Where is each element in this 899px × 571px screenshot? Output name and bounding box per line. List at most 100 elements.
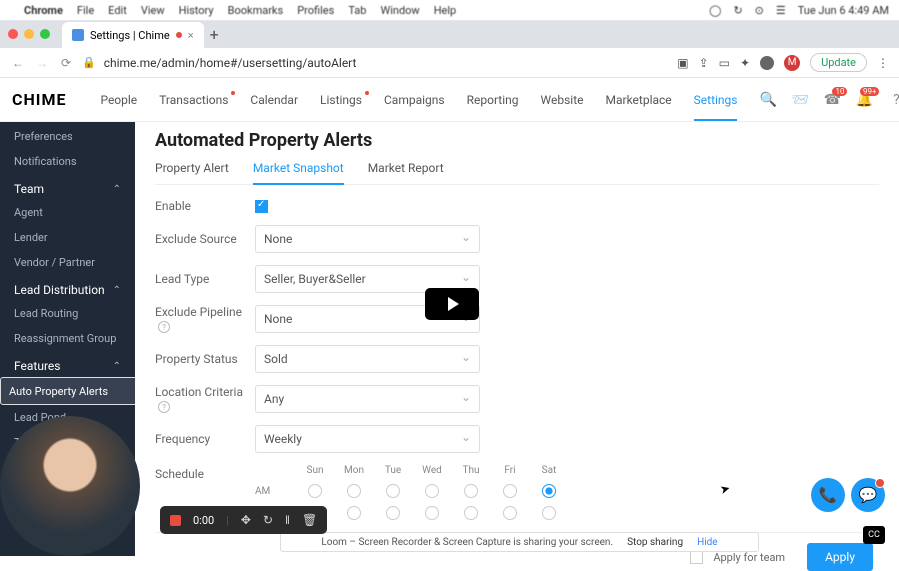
webcam-bubble[interactable] bbox=[0, 416, 140, 556]
reload-button[interactable]: ⟳ bbox=[58, 56, 74, 70]
sidebar-section-lead-dist[interactable]: Lead Distribution⌃ bbox=[0, 275, 135, 301]
mac-menubar: Chrome File Edit View History Bookmarks … bbox=[0, 0, 899, 20]
enable-checkbox[interactable] bbox=[255, 200, 268, 213]
location-criteria-select[interactable]: Any bbox=[255, 385, 480, 413]
tab-market-report[interactable]: Market Report bbox=[368, 161, 444, 184]
sched-sat-pm[interactable] bbox=[542, 506, 556, 520]
property-status-select[interactable]: Sold bbox=[255, 345, 480, 373]
sched-mon-am[interactable] bbox=[347, 484, 361, 498]
control-icon[interactable]: ☰ bbox=[776, 4, 786, 17]
sidebar-item-lender[interactable]: Lender bbox=[0, 225, 135, 250]
close-window-icon[interactable] bbox=[8, 29, 18, 39]
sidebar-section-team[interactable]: Team⌃ bbox=[0, 174, 135, 200]
sched-mon-pm[interactable] bbox=[347, 506, 361, 520]
nav-listings[interactable]: Listings bbox=[320, 93, 362, 107]
profile-badge[interactable]: M bbox=[784, 55, 800, 71]
move-icon[interactable]: ✥ bbox=[241, 513, 251, 527]
tab-market-snapshot[interactable]: Market Snapshot bbox=[253, 161, 344, 185]
help-icon[interactable]: ? bbox=[887, 91, 899, 109]
menu-help[interactable]: Help bbox=[434, 4, 457, 17]
app-logo[interactable]: CHIME bbox=[12, 90, 66, 109]
nav-website[interactable]: Website bbox=[541, 93, 584, 107]
menu-window[interactable]: Window bbox=[380, 4, 419, 17]
menu-bookmarks[interactable]: Bookmarks bbox=[228, 4, 284, 17]
cc-button[interactable]: CC bbox=[863, 526, 885, 544]
help-icon[interactable]: ? bbox=[158, 321, 170, 333]
inbox-icon[interactable]: 📨 bbox=[791, 91, 809, 109]
trash-icon[interactable]: 🗑 bbox=[302, 513, 317, 527]
sched-thu-pm[interactable] bbox=[464, 506, 478, 520]
sched-sun-am[interactable] bbox=[308, 484, 322, 498]
lock-icon[interactable]: 🔒 bbox=[82, 56, 96, 69]
hide-share-button[interactable]: Hide bbox=[697, 537, 718, 548]
exclude-source-select[interactable]: None bbox=[255, 225, 480, 253]
dialer-icon[interactable]: ☎10 bbox=[823, 91, 841, 109]
apply-team-checkbox[interactable] bbox=[690, 551, 703, 564]
frequency-select[interactable]: Weekly bbox=[255, 425, 480, 453]
url-field[interactable]: chime.me/admin/home#/usersetting/autoAle… bbox=[104, 56, 670, 70]
minimize-window-icon[interactable] bbox=[24, 29, 34, 39]
sidebar-item-reassignment[interactable]: Reassignment Group bbox=[0, 326, 135, 351]
stop-record-button[interactable] bbox=[170, 515, 181, 526]
menu-tab[interactable]: Tab bbox=[348, 4, 366, 17]
search-icon[interactable]: ⊙ bbox=[755, 4, 764, 17]
sidebar-item-auto-alerts[interactable]: Auto Property Alerts bbox=[0, 377, 135, 405]
sched-fri-am[interactable] bbox=[503, 484, 517, 498]
browser-tab[interactable]: Settings | Chime × bbox=[62, 22, 204, 48]
nav-transactions[interactable]: Transactions bbox=[159, 93, 228, 107]
chat-button[interactable]: 💬 bbox=[851, 478, 885, 512]
sidebar-section-features[interactable]: Features⌃ bbox=[0, 351, 135, 377]
sched-wed-pm[interactable] bbox=[425, 506, 439, 520]
pause-icon[interactable]: ‖ bbox=[285, 513, 290, 527]
kebab-icon[interactable]: ⋮ bbox=[877, 56, 889, 70]
new-tab-button[interactable]: + bbox=[210, 25, 219, 44]
back-button[interactable]: ← bbox=[10, 56, 26, 70]
nav-reporting[interactable]: Reporting bbox=[467, 93, 519, 107]
sched-tue-am[interactable] bbox=[386, 484, 400, 498]
sync-icon[interactable]: ↻ bbox=[733, 4, 742, 17]
extensions-icon[interactable]: ✦ bbox=[740, 56, 750, 70]
menu-edit[interactable]: Edit bbox=[108, 4, 127, 17]
menu-view[interactable]: View bbox=[141, 4, 165, 17]
video-play-button[interactable] bbox=[425, 288, 479, 320]
extension-icon[interactable] bbox=[760, 56, 774, 70]
sidebar-item-preferences[interactable]: Preferences bbox=[0, 124, 135, 149]
share-icon[interactable]: ⇪ bbox=[699, 56, 709, 70]
recording-icon[interactable]: ▣ bbox=[677, 56, 688, 70]
window-controls[interactable] bbox=[8, 29, 50, 39]
sched-wed-am[interactable] bbox=[425, 484, 439, 498]
lead-type-label: Lead Type bbox=[155, 272, 255, 286]
sched-thu-am[interactable] bbox=[464, 484, 478, 498]
update-button[interactable]: Update bbox=[810, 53, 867, 72]
restart-icon[interactable]: ↻ bbox=[263, 513, 273, 527]
nav-settings[interactable]: Settings bbox=[694, 93, 738, 107]
cc-icon[interactable]: ▭ bbox=[719, 56, 730, 70]
menu-app[interactable]: Chrome bbox=[24, 4, 63, 17]
tab-property-alert[interactable]: Property Alert bbox=[155, 161, 229, 184]
stop-sharing-button[interactable]: Stop sharing bbox=[627, 537, 683, 548]
sched-fri-pm[interactable] bbox=[503, 506, 517, 520]
sched-tue-pm[interactable] bbox=[386, 506, 400, 520]
tab-close-icon[interactable]: × bbox=[188, 29, 194, 42]
clock[interactable]: Tue Jun 6 4:49 AM bbox=[798, 4, 889, 17]
apply-button[interactable]: Apply bbox=[807, 543, 873, 571]
menu-history[interactable]: History bbox=[179, 4, 214, 17]
nav-marketplace[interactable]: Marketplace bbox=[606, 93, 672, 107]
menu-profiles[interactable]: Profiles bbox=[297, 4, 334, 17]
nav-people[interactable]: People bbox=[100, 93, 137, 107]
nav-campaigns[interactable]: Campaigns bbox=[384, 93, 445, 107]
call-button[interactable]: 📞 bbox=[811, 478, 845, 512]
sidebar-item-agent[interactable]: Agent bbox=[0, 200, 135, 225]
menu-file[interactable]: File bbox=[77, 4, 94, 17]
notifications-icon[interactable]: 🔔99+ bbox=[855, 91, 873, 109]
sidebar-item-lead-routing[interactable]: Lead Routing bbox=[0, 301, 135, 326]
nav-calendar[interactable]: Calendar bbox=[250, 93, 298, 107]
sidebar-item-vendor[interactable]: Vendor / Partner bbox=[0, 250, 135, 275]
search-icon[interactable]: 🔍 bbox=[759, 91, 777, 109]
sched-sat-am[interactable] bbox=[542, 484, 556, 498]
loom-icon[interactable]: ◯ bbox=[709, 4, 721, 17]
help-icon[interactable]: ? bbox=[158, 401, 170, 413]
sidebar-item-notifications[interactable]: Notifications bbox=[0, 149, 135, 174]
maximize-window-icon[interactable] bbox=[40, 29, 50, 39]
forward-button[interactable]: → bbox=[34, 56, 50, 70]
